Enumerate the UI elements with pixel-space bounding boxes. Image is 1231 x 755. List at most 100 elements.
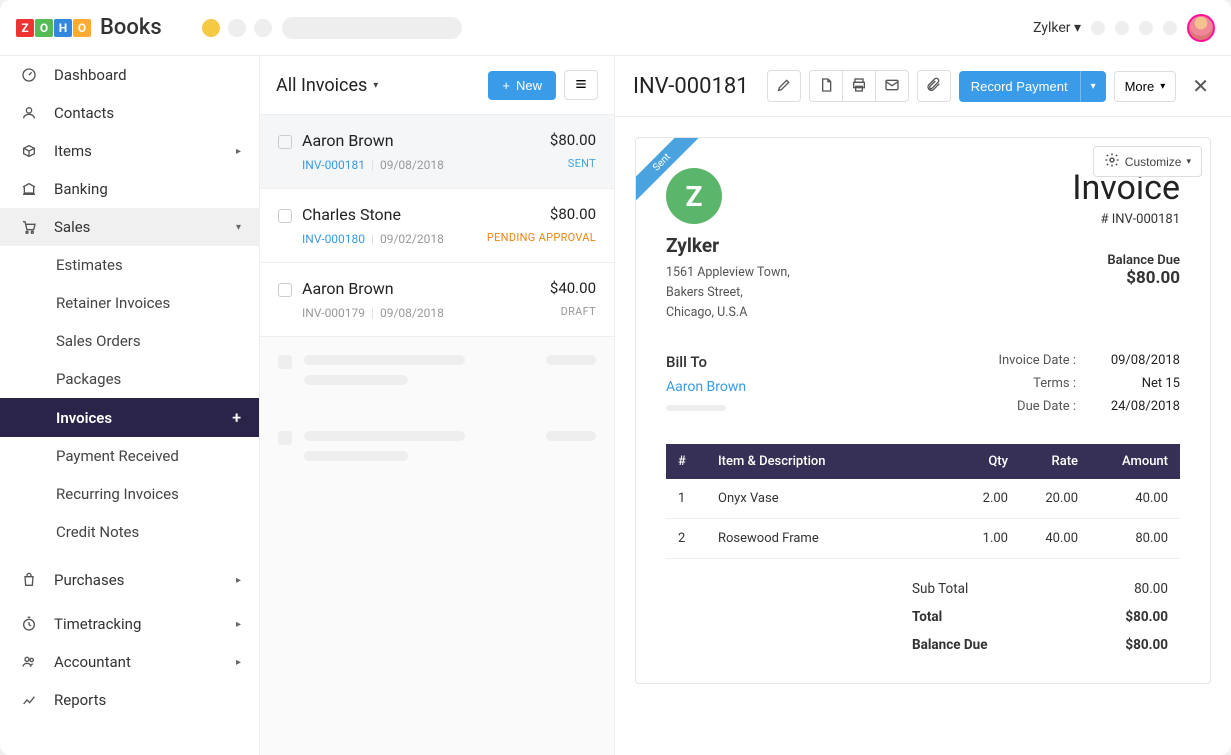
chevron-right-icon: ▸ bbox=[236, 575, 241, 586]
nav-invoices[interactable]: Invoices + bbox=[0, 398, 259, 437]
invoice-row[interactable]: Aaron BrownINV-000179|09/08/2018$40.00DR… bbox=[260, 263, 614, 337]
nav-dashboard[interactable]: Dashboard bbox=[0, 56, 259, 94]
row-invoice-num: INV-000180 bbox=[302, 232, 365, 246]
nav-accountant[interactable]: Accountant ▸ bbox=[0, 643, 259, 681]
balance-due-label: Balance Due bbox=[1072, 253, 1180, 268]
print-button[interactable] bbox=[842, 70, 876, 102]
total-value: 80.00 bbox=[1134, 581, 1168, 597]
placeholder-row bbox=[260, 337, 614, 413]
record-payment-button[interactable]: Record Payment bbox=[959, 71, 1080, 102]
attach-button[interactable] bbox=[917, 70, 951, 102]
pdf-icon bbox=[818, 77, 834, 96]
nav-contacts[interactable]: Contacts bbox=[0, 94, 259, 132]
user-avatar[interactable] bbox=[1187, 14, 1215, 42]
row-checkbox[interactable] bbox=[278, 283, 292, 297]
company-address: 1561 Appleview Town, Bakers Street, Chic… bbox=[666, 263, 790, 323]
print-icon bbox=[851, 77, 867, 96]
header-dot bbox=[1115, 21, 1129, 35]
list-options-button[interactable] bbox=[564, 70, 598, 100]
mail-icon bbox=[884, 77, 900, 96]
email-button[interactable] bbox=[875, 70, 909, 102]
row-customer: Aaron Brown bbox=[302, 279, 540, 298]
org-switcher[interactable]: Zylker ▾ bbox=[1033, 20, 1081, 36]
line-items-table: # Item & Description Qty Rate Amount 1On… bbox=[666, 444, 1180, 559]
meta-value: Net 15 bbox=[1100, 376, 1180, 391]
nav-estimates[interactable]: Estimates bbox=[0, 246, 259, 284]
banking-icon bbox=[18, 180, 40, 198]
address-pill bbox=[282, 17, 462, 39]
plus-icon: + bbox=[502, 78, 510, 93]
invoice-detail-panel: INV-000181 Record Payment ▾ More ▾ ✕ Sen… bbox=[615, 56, 1231, 755]
header-dot bbox=[1163, 21, 1177, 35]
row-date: 09/08/2018 bbox=[380, 306, 444, 320]
row-amount: $80.00 bbox=[550, 131, 596, 149]
plus-icon[interactable]: + bbox=[232, 408, 241, 427]
nav-retainer-invoices[interactable]: Retainer Invoices bbox=[0, 284, 259, 322]
topbar: Z O H O Books Zylker ▾ bbox=[0, 0, 1231, 56]
sidebar: Dashboard Contacts Items ▸ Banking Sales… bbox=[0, 56, 260, 755]
customize-button[interactable]: Customize ▾ bbox=[1093, 146, 1202, 177]
bill-to-name[interactable]: Aaron Brown bbox=[666, 379, 746, 395]
meta-label: Due Date : bbox=[986, 399, 1076, 414]
row-date: 09/08/2018 bbox=[380, 158, 444, 172]
invoice-totals: Sub Total80.00Total$80.00Balance Due$80.… bbox=[900, 575, 1180, 659]
balance-due-amount: $80.00 bbox=[1072, 268, 1180, 288]
invoice-list-panel: All Invoices ▾ + New Aaron BrownINV-0001… bbox=[260, 56, 615, 755]
items-icon bbox=[18, 142, 40, 160]
nav-banking[interactable]: Banking bbox=[0, 170, 259, 208]
invoice-row[interactable]: Aaron BrownINV-000181|09/08/2018$80.00SE… bbox=[260, 115, 614, 189]
row-amount: $40.00 bbox=[550, 279, 596, 297]
invoice-meta: Invoice Date :09/08/2018Terms :Net 15Due… bbox=[986, 353, 1180, 422]
zoho-books-logo: Z O H O Books bbox=[16, 15, 162, 40]
close-button[interactable]: ✕ bbox=[1188, 74, 1213, 98]
line-item-row: 2Rosewood Frame1.0040.0080.00 bbox=[666, 519, 1180, 559]
meta-value: 09/08/2018 bbox=[1100, 353, 1180, 368]
more-button[interactable]: More ▾ bbox=[1114, 71, 1177, 102]
reports-icon bbox=[18, 691, 40, 709]
paperclip-icon bbox=[926, 77, 942, 96]
row-date: 09/02/2018 bbox=[380, 232, 444, 246]
line-item-row: 1Onyx Vase2.0020.0040.00 bbox=[666, 479, 1180, 519]
meta-value: 24/08/2018 bbox=[1100, 399, 1180, 414]
time-icon bbox=[18, 615, 40, 633]
nav-purchases[interactable]: Purchases ▸ bbox=[0, 561, 259, 599]
nav-recurring-invoices[interactable]: Recurring Invoices bbox=[0, 475, 259, 513]
sales-icon bbox=[18, 218, 40, 236]
nav-items[interactable]: Items ▸ bbox=[0, 132, 259, 170]
invoice-row[interactable]: Charles StoneINV-000180|09/02/2018$80.00… bbox=[260, 189, 614, 263]
placeholder-line bbox=[666, 405, 726, 411]
chevron-right-icon: ▸ bbox=[236, 657, 241, 668]
total-value: $80.00 bbox=[1125, 637, 1168, 653]
bill-to-label: Bill To bbox=[666, 353, 746, 371]
new-invoice-button[interactable]: + New bbox=[488, 71, 556, 100]
row-checkbox[interactable] bbox=[278, 209, 292, 223]
window-dots bbox=[202, 19, 272, 37]
nav-payment-received[interactable]: Payment Received bbox=[0, 437, 259, 475]
list-filter-dropdown[interactable]: All Invoices bbox=[276, 75, 367, 96]
record-payment-dropdown[interactable]: ▾ bbox=[1080, 71, 1106, 102]
total-label: Balance Due bbox=[912, 637, 988, 653]
invoice-document: Sent Customize ▾ Z Zylker 1561 Appleview… bbox=[635, 137, 1211, 684]
nav-reports[interactable]: Reports bbox=[0, 681, 259, 719]
nav-packages[interactable]: Packages bbox=[0, 360, 259, 398]
edit-button[interactable] bbox=[767, 70, 801, 102]
close-icon: ✕ bbox=[1192, 74, 1209, 98]
header-dot bbox=[1139, 21, 1153, 35]
nav-sales[interactable]: Sales ▾ bbox=[0, 208, 259, 246]
nav-sales-orders[interactable]: Sales Orders bbox=[0, 322, 259, 360]
row-checkbox[interactable] bbox=[278, 135, 292, 149]
pdf-button[interactable] bbox=[809, 70, 843, 102]
nav-credit-notes[interactable]: Credit Notes bbox=[0, 513, 259, 551]
row-status: PENDING APPROVAL bbox=[487, 231, 596, 244]
nav-timetracking[interactable]: Timetracking ▸ bbox=[0, 605, 259, 643]
total-label: Sub Total bbox=[912, 581, 968, 597]
dashboard-icon bbox=[18, 66, 40, 84]
row-amount: $80.00 bbox=[487, 205, 596, 223]
company-name: Zylker bbox=[666, 234, 790, 257]
caret-down-icon: ▾ bbox=[1186, 156, 1191, 167]
purchases-icon bbox=[18, 571, 40, 589]
invoice-number: # INV-000181 bbox=[1072, 212, 1180, 227]
gear-icon bbox=[1104, 152, 1120, 171]
caret-down-icon: ▾ bbox=[1160, 81, 1165, 92]
hamburger-icon bbox=[573, 76, 589, 95]
